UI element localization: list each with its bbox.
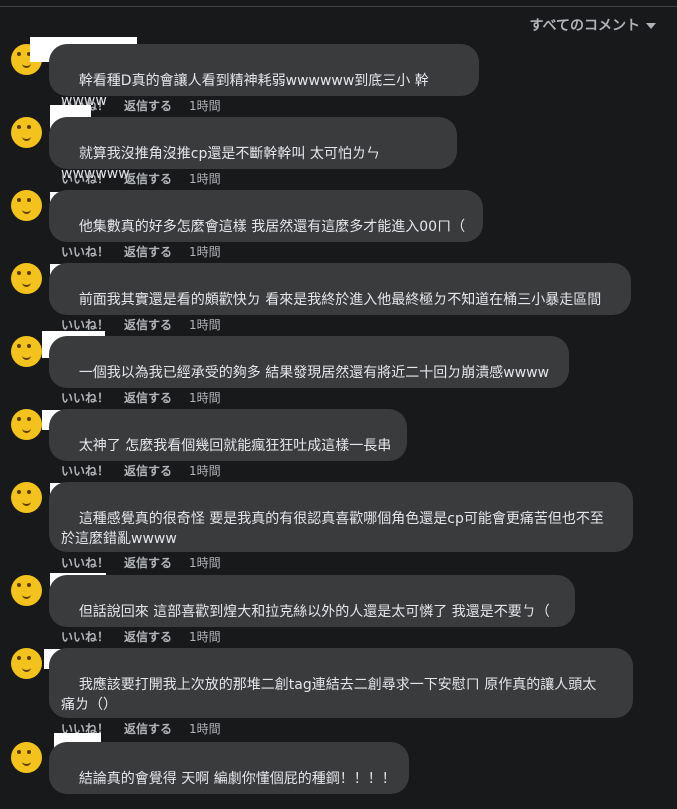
comment-bubble: 幹看種D真的會讓人看到精神耗弱wwwwww到底三小 幹wwww [49, 44, 479, 109]
like-button[interactable]: いいね！ [61, 243, 124, 260]
timestamp-link[interactable]: 1時間 [189, 628, 221, 645]
avatar[interactable] [11, 575, 42, 606]
comment-bubble: 前面我其實還是看的頗歡快ㄉ 看來是我終於進入他最終極ㄉ不知道在桶三小暴走區間 [49, 263, 631, 315]
timestamp-link[interactable]: 1時間 [189, 720, 221, 737]
reply-button[interactable]: 返信する [124, 720, 189, 737]
comment-actions: いいね！ 返信する 1時間 [61, 170, 221, 187]
chevron-down-icon [646, 23, 656, 29]
reply-button[interactable]: 返信する [124, 389, 189, 406]
comment-actions: いいね！ 返信する 1時間 [61, 554, 221, 571]
like-button[interactable]: いいね！ [61, 462, 124, 479]
reply-button[interactable]: 返信する [124, 462, 189, 479]
comment-bubble: 太神了 怎麼我看個幾回就能瘋狂狂吐成這樣一長串 [49, 409, 407, 461]
avatar[interactable] [11, 117, 42, 148]
avatar[interactable] [11, 409, 42, 440]
comment-actions: いいね！ 返信する 1時間 [61, 628, 221, 645]
comment-actions: いいね！ 返信する 1時間 [61, 462, 221, 479]
comment-text: 前面我其實還是看的頗歡快ㄉ 看來是我終於進入他最終極ㄉ不知道在桶三小暴走區間 [78, 292, 602, 308]
timestamp-link[interactable]: 1時間 [189, 389, 221, 406]
timestamp-link[interactable]: 1時間 [189, 316, 221, 333]
comment-text: 我應該要打開我上次放的那堆二創tag連結去二創尋求一下安慰ㄇ 原作真的讓人頭太 … [61, 677, 597, 713]
avatar[interactable] [11, 190, 42, 221]
comment-actions: いいね！ 返信する 1時間 [61, 243, 221, 260]
comment-text: 他集數真的好多怎麼會這樣 我居然還有這麼多才能進入00ㄇ（ [78, 219, 466, 235]
comment-bubble: 我應該要打開我上次放的那堆二創tag連結去二創尋求一下安慰ㄇ 原作真的讓人頭太 … [49, 648, 633, 718]
comment-text: 一個我以為我已經承受的夠多 結果發現居然還有將近二十回ㄉ崩潰感wwww [78, 365, 550, 381]
avatar[interactable] [11, 263, 42, 294]
timestamp-link[interactable]: 1時間 [189, 243, 221, 260]
comment-actions: いいね！ 返信する 1時間 [61, 389, 221, 406]
like-button[interactable]: いいね！ [61, 389, 124, 406]
reply-button[interactable]: 返信する [124, 170, 189, 187]
sort-label: すべてのコメント [529, 18, 640, 34]
avatar[interactable] [11, 336, 42, 367]
reply-button[interactable]: 返信する [124, 628, 189, 645]
avatar[interactable] [11, 482, 42, 513]
reply-button[interactable]: 返信する [124, 97, 189, 114]
timestamp-link[interactable]: 1時間 [189, 462, 221, 479]
sort-comments-dropdown[interactable]: すべてのコメント [530, 15, 656, 35]
like-button[interactable]: いいね！ [61, 170, 124, 187]
comment-text: 太神了 怎麼我看個幾回就能瘋狂狂吐成這樣一長串 [78, 438, 392, 454]
timestamp-link[interactable]: 1時間 [189, 170, 221, 187]
avatar[interactable] [11, 742, 42, 773]
comment-bubble: 結論真的會覺得 天啊 編劇你懂個屁的種鋼！！！！ [49, 742, 409, 794]
reply-button[interactable]: 返信する [124, 316, 189, 333]
comment-text: 但話說回來 這部喜歡到煌大和拉克絲以外的人還是太可憐了 我還是不要ㄅ（ [78, 604, 550, 620]
comment-bubble: 一個我以為我已經承受的夠多 結果發現居然還有將近二十回ㄉ崩潰感wwww [49, 336, 569, 388]
avatar[interactable] [11, 648, 42, 679]
comment-text: 這種感覺真的很奇怪 要是我真的有很認真喜歡哪個角色還是cp可能會更痛苦但也不至 … [61, 511, 604, 547]
comment-bubble: 這種感覺真的很奇怪 要是我真的有很認真喜歡哪個角色還是cp可能會更痛苦但也不至 … [49, 482, 633, 552]
timestamp-link[interactable]: 1時間 [189, 97, 221, 114]
like-button[interactable]: いいね！ [61, 554, 124, 571]
reply-button[interactable]: 返信する [124, 243, 189, 260]
comment-bubble: 就算我沒推角沒推cp還是不斷幹幹叫 太可怕ㄌㄣwwwwww [49, 117, 457, 182]
reply-button[interactable]: 返信する [124, 554, 189, 571]
comment-text: 結論真的會覺得 天啊 編劇你懂個屁的種鋼！！！！ [78, 771, 396, 787]
like-button[interactable]: いいね！ [61, 628, 124, 645]
comment-bubble: 但話說回來 這部喜歡到煌大和拉克絲以外的人還是太可憐了 我還是不要ㄅ（ [49, 575, 575, 627]
top-divider [0, 6, 677, 7]
timestamp-link[interactable]: 1時間 [189, 554, 221, 571]
comment-bubble: 他集數真的好多怎麼會這樣 我居然還有這麼多才能進入00ㄇ（ [49, 190, 483, 242]
